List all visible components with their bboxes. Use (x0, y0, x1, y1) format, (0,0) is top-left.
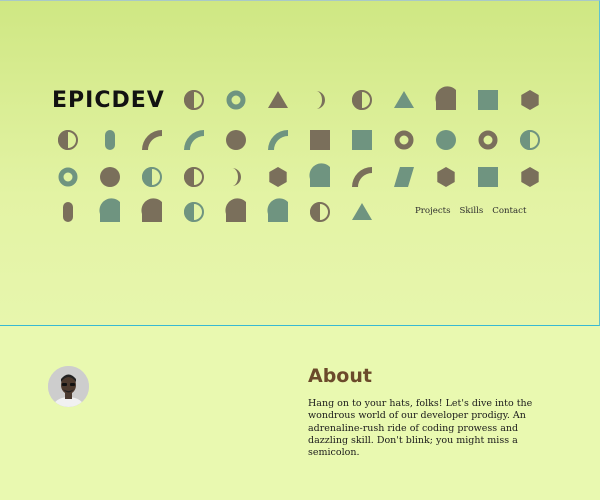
half-circle-shape (184, 90, 204, 110)
hero-section: EPICDEV Projects Skills Contact (0, 0, 600, 326)
half-circle-fill (184, 90, 194, 110)
triangle-shape (394, 91, 414, 108)
triangle-shape (268, 91, 288, 108)
crescent-shape (232, 168, 241, 186)
half-circle-shape (58, 130, 78, 150)
crescent-shape (316, 91, 325, 109)
arc-shape (268, 130, 288, 150)
square-shape (478, 90, 498, 110)
hexagon-shape (437, 167, 455, 187)
ring-shape (394, 130, 414, 150)
circle-shape (226, 130, 246, 150)
brand-logo[interactable]: EPICDEV (52, 88, 165, 113)
nav-link-skills[interactable]: Skills (460, 206, 484, 216)
square-shape (352, 130, 372, 150)
quarter-circle-shape (309, 163, 330, 187)
quarter-circle-shape (225, 198, 246, 222)
half-circle-shape (352, 90, 372, 110)
half-circle-fill (184, 202, 194, 222)
half-circle-fill (352, 90, 362, 110)
arc-shape (184, 130, 204, 150)
half-circle-fill (184, 167, 194, 187)
arc-shape (142, 130, 162, 150)
quarter-circle-shape (141, 198, 162, 222)
circle-shape (436, 130, 456, 150)
half-circle-fill (310, 202, 320, 222)
half-circle-shape (142, 167, 162, 187)
parallelogram-shape (394, 167, 414, 187)
square-shape (310, 130, 330, 150)
half-circle-fill (520, 130, 530, 150)
main-nav: Projects Skills Contact (415, 206, 526, 216)
quarter-circle-shape (435, 86, 456, 110)
about-section: About Hang on to your hats, folks! Let's… (0, 326, 600, 500)
half-circle-fill (58, 130, 68, 150)
square-shape (478, 167, 498, 187)
pill-shape (105, 130, 115, 150)
ring-shape (226, 90, 246, 110)
nav-link-contact[interactable]: Contact (492, 206, 526, 216)
about-description: Hang on to your hats, folks! Let's dive … (308, 398, 533, 459)
avatar-portrait (48, 366, 89, 407)
half-circle-shape (184, 202, 204, 222)
avatar (48, 366, 89, 407)
arc-shape (352, 167, 372, 187)
quarter-circle-shape (267, 198, 288, 222)
circle-shape (100, 167, 120, 187)
hexagon-shape (269, 167, 287, 187)
nav-link-projects[interactable]: Projects (415, 206, 451, 216)
about-title: About (308, 365, 372, 387)
ring-shape (58, 167, 78, 187)
half-circle-fill (142, 167, 152, 187)
half-circle-shape (310, 202, 330, 222)
quarter-circle-shape (99, 198, 120, 222)
pill-shape (63, 202, 73, 222)
hexagon-shape (521, 167, 539, 187)
half-circle-shape (184, 167, 204, 187)
hexagon-shape (521, 90, 539, 110)
ring-shape (478, 130, 498, 150)
triangle-shape (352, 203, 372, 220)
decorative-shape-grid (58, 86, 540, 222)
half-circle-shape (520, 130, 540, 150)
